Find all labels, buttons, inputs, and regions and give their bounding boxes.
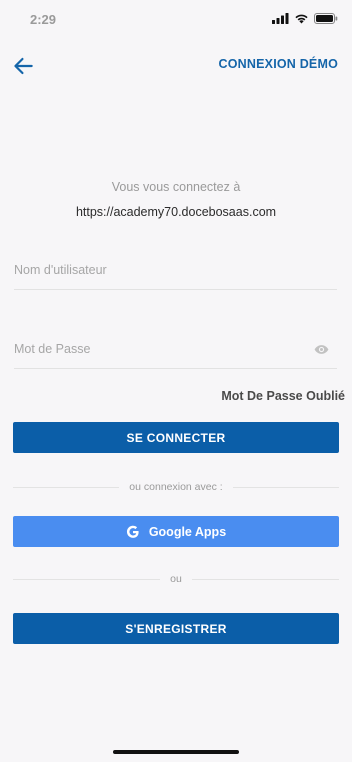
wifi-icon bbox=[295, 14, 308, 24]
social-login-divider: ou connexion avec : bbox=[13, 479, 339, 495]
divider-line bbox=[191, 578, 339, 580]
login-button[interactable]: SE CONNECTER bbox=[13, 422, 339, 453]
google-apps-label: Google Apps bbox=[148, 524, 227, 539]
top-nav: CONNEXION DÉMO bbox=[0, 48, 352, 82]
password-field bbox=[14, 329, 337, 369]
register-button[interactable]: S'ENREGISTRER bbox=[13, 613, 339, 644]
status-bar: 2:29 bbox=[0, 0, 352, 42]
arrow-left-icon[interactable] bbox=[10, 53, 36, 79]
username-input[interactable] bbox=[14, 250, 337, 289]
or-divider: ou bbox=[13, 571, 339, 587]
battery-icon bbox=[314, 13, 338, 24]
status-time: 2:29 bbox=[30, 12, 57, 27]
forgot-password-link[interactable]: Mot De Passe Oublié bbox=[221, 389, 345, 403]
password-input[interactable] bbox=[14, 329, 337, 368]
home-indicator[interactable] bbox=[113, 750, 239, 754]
or-label: ou bbox=[170, 573, 182, 585]
google-apps-button[interactable]: Google Apps bbox=[13, 516, 339, 547]
platform-url: https://academy70.docebosaas.com bbox=[75, 205, 277, 219]
username-field bbox=[14, 250, 337, 290]
status-icons bbox=[272, 13, 338, 24]
social-login-label: ou connexion avec : bbox=[129, 481, 223, 493]
eye-icon[interactable] bbox=[314, 342, 329, 357]
signal-icon bbox=[272, 13, 289, 24]
connecting-label: Vous vous connectez à bbox=[111, 180, 241, 194]
login-screen: 2:29 CONNEXION DÉMO Vous vous connectez … bbox=[0, 0, 352, 762]
divider-line bbox=[13, 578, 161, 580]
google-icon bbox=[126, 525, 139, 538]
divider-line bbox=[13, 486, 120, 488]
divider-line bbox=[232, 486, 339, 488]
demo-login-link[interactable]: CONNEXION DÉMO bbox=[219, 57, 338, 71]
